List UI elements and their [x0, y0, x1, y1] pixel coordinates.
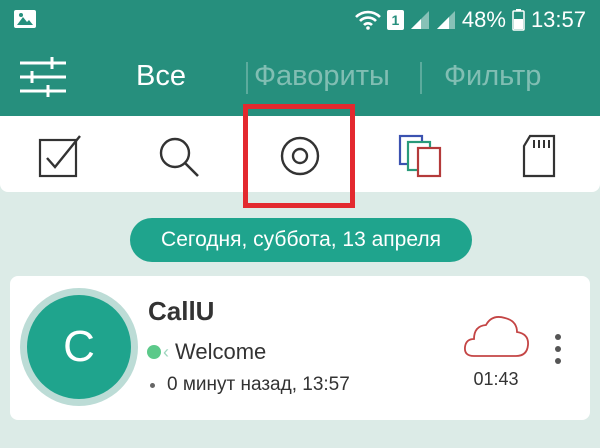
- battery-percent: 48%: [461, 7, 506, 32]
- incoming-arrow-icon: ‹: [163, 341, 169, 362]
- sim-badge: 1: [386, 10, 404, 30]
- call-duration: 01:43: [473, 369, 519, 389]
- call-time: 0 минут назад, 13:57: [167, 374, 350, 395]
- clock: 13:57: [530, 7, 586, 32]
- tab-favorites[interactable]: Фавориты: [254, 54, 390, 98]
- image-notification-icon: [14, 10, 36, 28]
- avatar: C: [20, 288, 138, 406]
- bullet-icon: [150, 382, 155, 388]
- tab-divider: [246, 62, 248, 94]
- time-row: 0 минут назад, 13:57: [150, 373, 350, 397]
- signal-icon: [410, 11, 429, 29]
- status-bar: 1 48% 13:57: [0, 0, 600, 40]
- search-icon[interactable]: [156, 134, 200, 178]
- tab-divider: [420, 62, 422, 94]
- more-options-icon[interactable]: [548, 332, 568, 366]
- copy-colors-icon[interactable]: [398, 134, 442, 178]
- wifi-icon: [354, 10, 381, 30]
- sd-card-icon[interactable]: [520, 134, 564, 178]
- status-indicators: 1 48% 13:57: [354, 6, 586, 34]
- avatar-letter: C: [27, 295, 131, 399]
- incoming-dot-icon: [147, 345, 161, 359]
- call-list-item[interactable]: C CallU ‹ Welcome 0 минут назад, 13:57 0…: [10, 276, 590, 420]
- battery-icon: [512, 9, 525, 31]
- cloud-icon: [464, 316, 529, 357]
- tab-filter[interactable]: Фильтр: [444, 54, 541, 98]
- checkbox-icon[interactable]: [38, 134, 82, 178]
- date-header: Сегодня, суббота, 13 апреля: [130, 218, 472, 262]
- signal-icon-2: [436, 11, 455, 29]
- contact-name: CallU: [148, 296, 215, 326]
- tab-all[interactable]: Все: [136, 54, 186, 98]
- call-message: Welcome: [175, 339, 267, 364]
- message-row: ‹ Welcome: [147, 338, 266, 366]
- record-icon-highlight: [243, 104, 355, 208]
- filter-settings-icon[interactable]: [18, 56, 68, 98]
